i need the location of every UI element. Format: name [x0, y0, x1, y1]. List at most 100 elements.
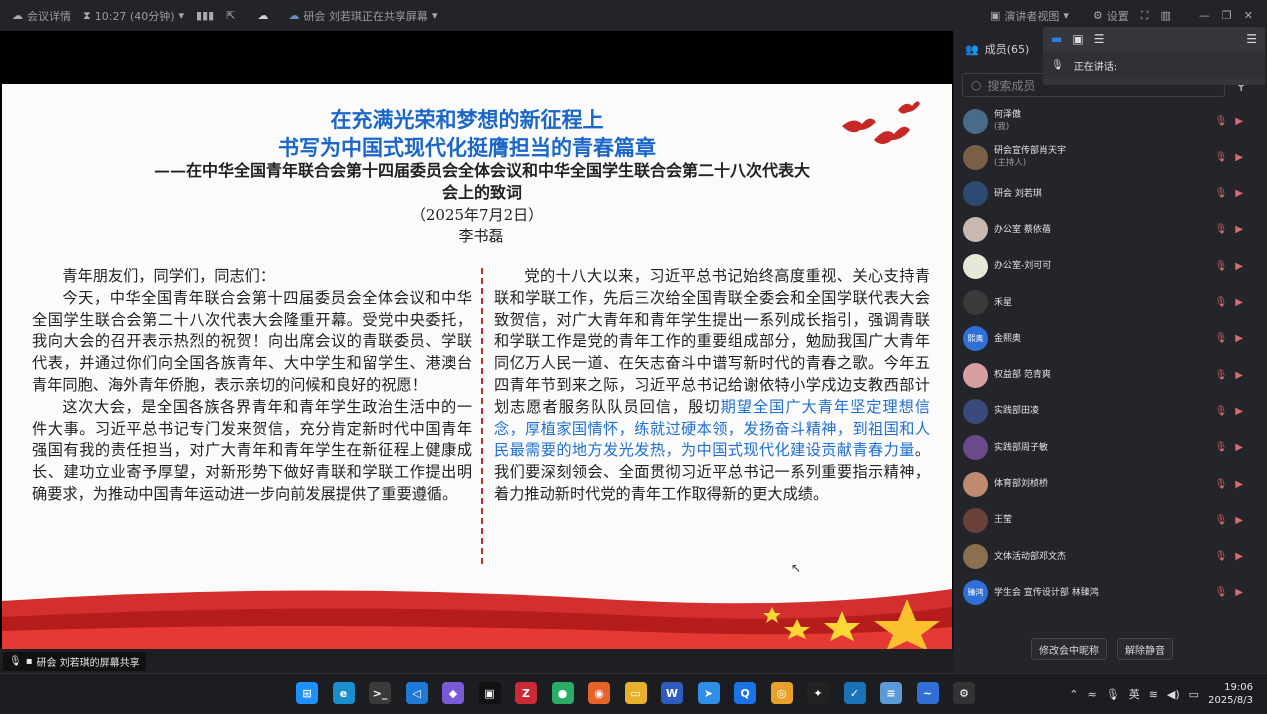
camera-off-icon[interactable]: ▶ — [1235, 479, 1243, 490]
member-row[interactable]: 办公室 蔡依蓓 🎙 ▶ — [954, 212, 1267, 248]
camera-off-icon[interactable]: ▶ — [1235, 224, 1243, 235]
zotero-icon[interactable]: Z — [515, 682, 537, 704]
rename-button[interactable]: 修改会中昵称 — [1031, 638, 1107, 660]
member-row[interactable]: 权益部 范青爽 🎙 ▶ — [954, 357, 1267, 393]
app-black-icon[interactable]: ▣ — [478, 682, 501, 704]
file-explorer-icon[interactable]: ▭ — [624, 682, 647, 704]
terminal-icon[interactable]: >_ — [369, 682, 391, 704]
microphone-icon[interactable]: 🎙 — [1106, 688, 1120, 701]
timer[interactable]: ⧗ 10:27 (40分钟) ▾ — [83, 8, 184, 24]
camera-off-icon[interactable]: ▶ — [1235, 370, 1243, 381]
battery-icon[interactable]: ▭ — [1189, 688, 1199, 701]
member-row[interactable]: 实践部周子敏 🎙 ▶ — [954, 430, 1267, 466]
mic-muted-icon[interactable]: 🎙 — [1215, 224, 1228, 235]
cloud-share-icon: ☁ — [288, 9, 300, 22]
layout-window-icon[interactable]: ▣ — [1072, 32, 1083, 46]
member-row[interactable]: 熙奥 金熙奥 🎙 ▶ — [954, 321, 1267, 357]
fullscreen-icon[interactable]: ⛶ — [1141, 9, 1149, 23]
edge-icon[interactable]: e — [332, 682, 355, 704]
app-check-icon[interactable]: ✓ — [843, 682, 866, 704]
member-name-text: 体育部刘桢桥 — [994, 479, 1049, 489]
layout-list-icon[interactable]: ☰ — [1094, 32, 1105, 46]
mic-muted-icon[interactable]: 🎙 — [1215, 551, 1228, 562]
camera-off-icon[interactable]: ▶ — [1235, 152, 1243, 163]
camera-off-icon[interactable]: ▶ — [1235, 261, 1243, 272]
member-row[interactable]: 禾星 🎙 ▶ — [954, 285, 1267, 321]
feishu-icon[interactable]: ➤ — [697, 682, 720, 704]
camera-off-icon[interactable]: ▶ — [1235, 297, 1243, 308]
close-icon[interactable]: ✕ — [1244, 9, 1253, 22]
mic-muted-icon[interactable]: 🎙 — [1215, 442, 1228, 453]
ime-indicator[interactable]: 英 — [1129, 686, 1140, 702]
layout-strip-icon[interactable]: ▬ — [1051, 32, 1062, 46]
clock[interactable]: 19:06 2025/8/3 — [1208, 681, 1253, 707]
paragraph: 今天，中华全国青年联合会第十四届委员会全体会议和中华全国学生联合会第二十八次代表… — [32, 288, 472, 394]
mic-muted-icon[interactable]: 🎙 — [1215, 261, 1228, 272]
speaker-view-button[interactable]: ▣ 演讲者视图 ▾ — [990, 8, 1069, 24]
member-status-icons: 🎙 ▶ — [1215, 188, 1243, 199]
restore-icon[interactable]: ❐ — [1222, 9, 1232, 22]
chrome-icon[interactable]: ◎ — [770, 682, 793, 704]
wifi-icon[interactable]: ≋ — [1149, 688, 1158, 701]
open-external-button[interactable]: ⇱ — [226, 9, 235, 22]
meeting-info-button[interactable]: ☁ 会议详情 — [12, 8, 71, 24]
member-row[interactable]: 王莹 🎙 ▶ — [954, 502, 1267, 538]
status-bar: 🎙 ▪ 研会 刘若琪的屏幕共享 — [0, 649, 953, 673]
mic-muted-icon[interactable]: 🎙 — [1215, 152, 1228, 163]
member-row[interactable]: 臻鸿 学生会 宣传设计部 林臻鸿 🎙 ▶ — [954, 575, 1267, 611]
tray-app-icon[interactable]: ≈ — [1088, 688, 1097, 701]
member-name: 研会宣传部肖天宇 (主持人) — [994, 145, 1066, 169]
member-row[interactable]: 研会宣传部肖天宇 (主持人) 🎙 ▶ — [954, 139, 1267, 175]
wechat-icon[interactable]: ● — [551, 682, 574, 704]
mic-muted-icon[interactable]: 🎙 — [1215, 479, 1228, 490]
member-row[interactable]: 研会 刘若琪 🎙 ▶ — [954, 176, 1267, 212]
member-row[interactable]: 文体活动部邓文杰 🎙 ▶ — [954, 539, 1267, 575]
collapse-icon[interactable]: ☰ — [1246, 32, 1257, 46]
windows-start-icon[interactable]: ⊞ — [296, 682, 318, 704]
camera-off-icon[interactable]: ▶ — [1235, 188, 1243, 199]
sidebar-toggle-icon[interactable]: ▥ — [1161, 9, 1171, 22]
mic-muted-icon[interactable]: 🎙 — [1215, 587, 1228, 598]
app-gear-icon[interactable]: ⚙ — [953, 682, 975, 704]
camera-off-icon[interactable]: ▶ — [1235, 333, 1243, 344]
member-row[interactable]: 实践部田凌 🎙 ▶ — [954, 393, 1267, 429]
cloud-record-button[interactable]: ☁ — [257, 9, 268, 22]
camera-off-icon[interactable]: ▶ — [1235, 406, 1243, 417]
tencent-meeting-icon[interactable]: ~ — [916, 682, 939, 704]
member-row[interactable]: 何泽傲 (我) 🎙 ▶ — [954, 103, 1267, 139]
app-purple-icon[interactable]: ◆ — [442, 682, 464, 704]
mic-muted-icon[interactable]: 🎙 — [1215, 297, 1228, 308]
notepad-icon[interactable]: ≡ — [880, 682, 902, 704]
unmute-button[interactable]: 解除静音 — [1117, 638, 1173, 660]
camera-off-icon[interactable]: ▶ — [1235, 116, 1243, 127]
camera-off-icon[interactable]: ▶ — [1235, 442, 1243, 453]
signal-button[interactable]: ▮▮▮ — [196, 9, 214, 22]
firefox-icon[interactable]: ◉ — [588, 682, 610, 704]
minimize-icon[interactable]: — — [1199, 9, 1210, 22]
camera-off-icon[interactable]: ▶ — [1235, 587, 1243, 598]
mic-muted-icon[interactable]: 🎙 — [1215, 406, 1228, 417]
mic-muted-icon[interactable]: 🎙 — [1215, 188, 1228, 199]
settings-button[interactable]: ⚙ 设置 — [1093, 8, 1129, 24]
camera-off-icon[interactable]: ▶ — [1235, 515, 1243, 526]
qq-icon[interactable]: ✦ — [807, 682, 829, 704]
mic-muted-icon[interactable]: 🎙 — [1215, 370, 1228, 381]
volume-icon[interactable]: ◀) — [1167, 688, 1180, 701]
member-row[interactable]: 办公室-刘可可 🎙 ▶ — [954, 248, 1267, 284]
member-row[interactable]: 体育部刘桢桥 🎙 ▶ — [954, 466, 1267, 502]
avatar — [963, 290, 988, 315]
avatar: 熙奥 — [963, 326, 988, 352]
app-blue-q-icon[interactable]: Q — [734, 682, 756, 704]
mic-muted-icon[interactable]: 🎙 — [1215, 515, 1228, 526]
member-name: 实践部周子敏 — [994, 442, 1048, 454]
sharing-notice[interactable]: ☁ 研会 刘若琪正在共享屏幕 ▾ — [288, 8, 437, 24]
member-name-text: 学生会 宣传设计部 林臻鸿 — [994, 587, 1099, 598]
word-icon[interactable]: W — [661, 682, 683, 704]
avatar — [963, 471, 988, 497]
chevron-up-icon[interactable]: ⌃ — [1069, 688, 1078, 701]
member-list: 何泽傲 (我) 🎙 ▶ 研会宣传部肖天宇 (主持人) 🎙 ▶ 研会 刘若琪 🎙 ▶ 办公室 蔡依蓓 🎙 ▶… — [954, 103, 1267, 629]
mic-muted-icon[interactable]: 🎙 — [1215, 333, 1228, 344]
vscode-icon[interactable]: ◁ — [405, 682, 428, 704]
camera-off-icon[interactable]: ▶ — [1235, 551, 1243, 562]
mic-muted-icon[interactable]: 🎙 — [1215, 116, 1228, 127]
